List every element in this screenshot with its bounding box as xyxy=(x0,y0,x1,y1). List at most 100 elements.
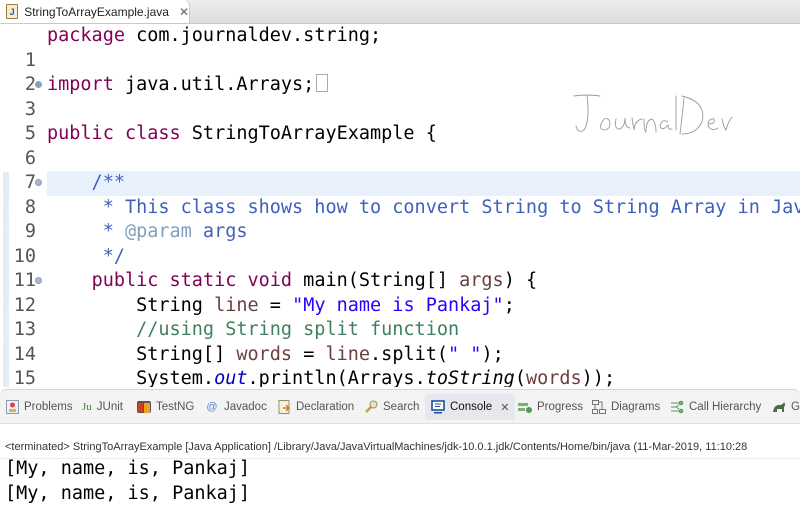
keyword: public class xyxy=(47,123,181,144)
tab-testng[interactable]: TestNG xyxy=(137,394,194,420)
code-line: 16 System.out.println(Arrays.toString(wo… xyxy=(0,367,800,387)
tab-label: Diagrams xyxy=(611,401,661,413)
code-text: String xyxy=(47,294,215,316)
tab-junit[interactable]: Ju JUnit xyxy=(82,394,123,420)
collapse-fold-icon[interactable] xyxy=(35,277,42,284)
variable: args xyxy=(459,270,504,291)
code-line: 13 String line = "My name is Pankaj"; xyxy=(0,294,800,341)
tab-javadoc[interactable]: @ Javadoc xyxy=(205,394,267,420)
keyword: package xyxy=(47,25,125,46)
tab-label: TestNG xyxy=(156,401,195,413)
code-line: 12 public static void main(String[] args… xyxy=(0,269,800,316)
junit-glyph: Ju xyxy=(82,401,92,413)
static-field: out xyxy=(214,368,248,387)
diagrams-icon xyxy=(592,400,606,414)
expand-fold-icon[interactable] xyxy=(35,81,42,88)
code-text: ) { xyxy=(503,270,538,291)
tab-gradle[interactable]: Gr xyxy=(772,394,800,420)
code-text: ( xyxy=(514,368,526,387)
tab-search[interactable]: Search xyxy=(364,394,419,420)
tab-label: Problems xyxy=(24,401,73,413)
code-line-current: 8 /** xyxy=(0,171,800,218)
search-icon xyxy=(364,400,378,414)
keyword: import xyxy=(47,74,114,95)
tab-console[interactable]: Console ✕ xyxy=(425,394,516,420)
javadoc-text: * xyxy=(47,221,125,242)
code-text: = xyxy=(258,294,293,316)
code-line: 2 xyxy=(0,49,800,95)
code-text: StringToArrayExample { xyxy=(180,123,437,144)
code-line: 15 String[] words = line.split(" "); xyxy=(0,343,800,388)
tab-declaration[interactable]: Declaration xyxy=(277,394,354,420)
code-text: = xyxy=(292,343,326,365)
comment-text: //using String split function xyxy=(47,319,460,340)
problems-icon xyxy=(5,400,19,414)
call-hierarchy-icon xyxy=(670,400,684,414)
javadoc-glyph: @ xyxy=(206,401,218,413)
editor-tab-stringtoarrayexample[interactable]: J StringToArrayExample.java ✕ xyxy=(0,0,190,23)
progress-icon xyxy=(518,400,532,414)
tab-label: JUnit xyxy=(96,401,123,413)
tab-problems[interactable]: Problems xyxy=(5,394,73,420)
code-editor[interactable]: 1 package com.journaldev.string; 2 3 imp… xyxy=(0,24,800,387)
tab-label: Search xyxy=(383,401,420,413)
tab-label: Javadoc xyxy=(224,401,267,413)
javadoc-text: /** xyxy=(47,171,800,196)
variable: words xyxy=(236,343,293,365)
console-output-line: [My, name, is, Pankaj] xyxy=(5,483,251,504)
close-console-icon[interactable]: ✕ xyxy=(500,401,509,414)
string-literal: "My name is Pankaj" xyxy=(292,294,504,316)
journaldev-watermark: JournalDev xyxy=(573,94,733,135)
console-icon xyxy=(431,400,445,414)
testng-icon xyxy=(137,400,151,414)
javadoc-icon: @ xyxy=(205,400,219,414)
string-literal: " " xyxy=(448,343,482,365)
tab-label: Progress xyxy=(537,401,584,413)
code-line: 14 //using String split function xyxy=(0,318,800,365)
editor-tab-bar: J StringToArrayExample.java ✕ xyxy=(0,0,800,24)
code-text: String[] xyxy=(47,343,237,365)
code-text: main(String[] xyxy=(292,270,460,291)
views-tab-bar: Problems Ju JUnit TestNG @ Javadoc Decla… xyxy=(0,389,800,424)
console-status: <terminated> StringToArrayExample [Java … xyxy=(5,441,748,453)
variable: line xyxy=(325,343,371,365)
code-line: 7 xyxy=(0,147,800,193)
code-text: ); xyxy=(481,343,504,365)
console-view[interactable]: <terminated> StringToArrayExample [Java … xyxy=(0,424,800,514)
javadoc-text: */ xyxy=(47,245,125,267)
collapsed-imports-icon[interactable] xyxy=(316,74,329,92)
code-line: 1 package com.journaldev.string; xyxy=(0,24,800,71)
java-file-icon: J xyxy=(6,4,19,19)
tab-diagrams[interactable]: Diagrams xyxy=(592,394,660,420)
tab-label: Gr xyxy=(791,401,800,413)
code-text: .println(Arrays. xyxy=(247,368,426,387)
static-method: toString xyxy=(425,368,515,387)
javadoc-text: * This class shows how to convert String… xyxy=(47,196,800,218)
code-line: 11 */ xyxy=(0,245,800,292)
declaration-icon xyxy=(277,400,291,414)
tab-label: Declaration xyxy=(296,401,355,413)
code-text: java.util.Arrays; xyxy=(113,74,315,95)
code-line: 9 * This class shows how to convert Stri… xyxy=(0,196,800,243)
tab-call-hierarchy[interactable]: Call Hierarchy xyxy=(670,394,761,420)
collapse-fold-icon[interactable] xyxy=(35,179,42,186)
junit-icon: Ju xyxy=(82,400,92,414)
code-line: 10 * @param args xyxy=(0,220,800,267)
code-text: )); xyxy=(581,368,616,387)
variable: words xyxy=(525,368,582,387)
close-tab-icon[interactable]: ✕ xyxy=(179,5,189,19)
tab-label: Console xyxy=(450,401,493,413)
editor-tab-label: StringToArrayExample.java xyxy=(24,4,169,19)
javadoc-text: args xyxy=(191,221,248,242)
tab-progress[interactable]: Progress xyxy=(518,394,583,420)
code-text: .split( xyxy=(370,343,449,365)
keyword: public static void xyxy=(91,270,293,291)
variable: line xyxy=(214,294,259,316)
gradle-icon xyxy=(772,400,786,414)
console-output-line: [My, name, is, Pankaj] xyxy=(5,458,251,479)
code-text: System. xyxy=(47,368,215,387)
javadoc-tag: @param xyxy=(124,221,192,242)
code-text: ; xyxy=(503,294,515,316)
tab-label: Call Hierarchy xyxy=(689,401,762,413)
